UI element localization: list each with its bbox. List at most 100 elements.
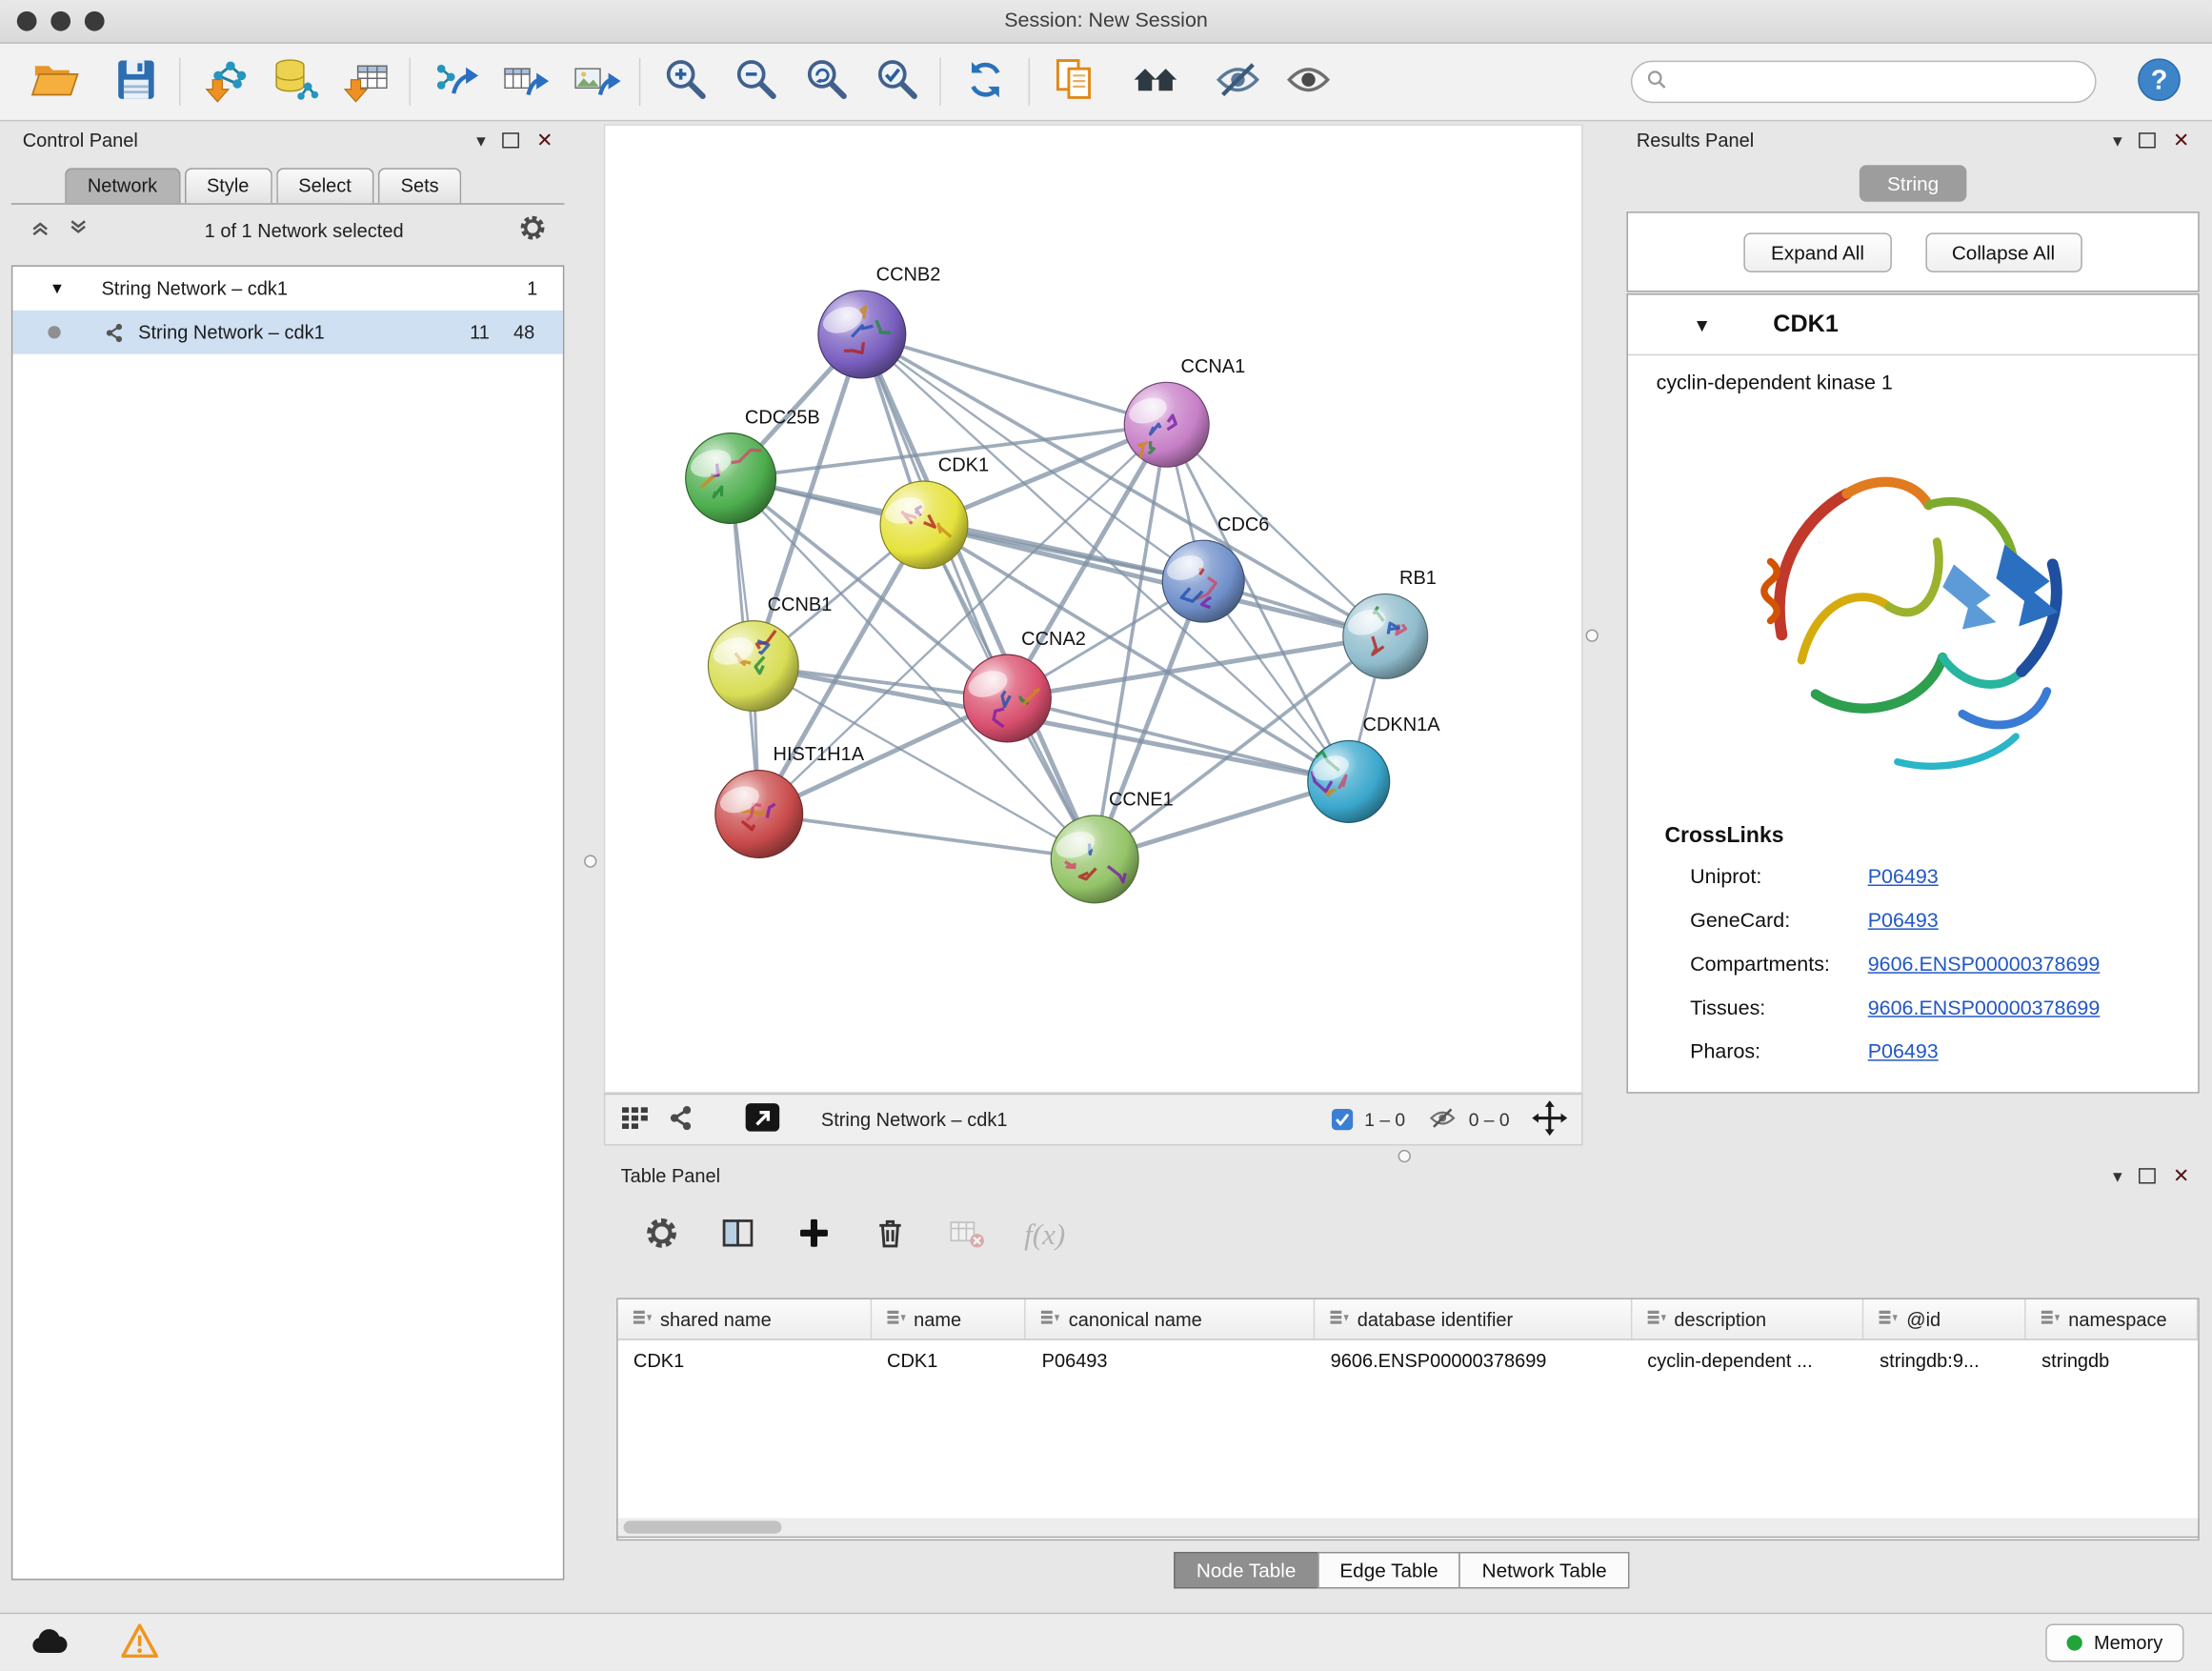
zoom-out-button[interactable]	[724, 50, 786, 112]
export-network-button[interactable]	[423, 50, 485, 112]
table-cell[interactable]: CDK1	[618, 1340, 872, 1379]
zoom-selected-button[interactable]	[865, 50, 927, 112]
table-cell[interactable]: stringdb:9...	[1864, 1340, 2026, 1379]
hidden-eye-icon[interactable]	[1428, 1105, 1458, 1134]
table-horizontal-scrollbar[interactable]	[616, 1518, 2200, 1538]
panel-float-icon[interactable]	[503, 131, 520, 147]
import-network-database-button[interactable]	[264, 50, 326, 112]
column-header[interactable]: database identifier	[1315, 1299, 1632, 1339]
zoom-fit-button[interactable]	[794, 50, 856, 112]
network-row[interactable]: String Network – cdk1 11 48	[12, 311, 563, 354]
expand-all-tree-icon[interactable]	[67, 217, 90, 243]
panel-menu-icon[interactable]: ▾	[2113, 1166, 2122, 1184]
column-header[interactable]: shared name	[618, 1299, 872, 1339]
tab-select[interactable]: Select	[276, 168, 374, 203]
network-node-cdc25b[interactable]	[686, 433, 776, 524]
collapse-all-tree-icon[interactable]	[29, 217, 52, 243]
search-input[interactable]	[1676, 70, 2081, 93]
selected-checkbox-icon[interactable]	[1332, 1109, 1353, 1130]
show-all-button[interactable]	[1277, 50, 1338, 112]
crosslink-link[interactable]: P06493	[1868, 866, 1939, 889]
home-button[interactable]	[1124, 50, 1186, 112]
refresh-button[interactable]	[954, 50, 1016, 112]
gear-icon[interactable]	[517, 213, 547, 248]
table-row[interactable]: CDK1CDK1P064939606.ENSP00000378699cyclin…	[618, 1340, 2199, 1379]
network-edge[interactable]	[759, 814, 1095, 858]
right-splitter-handle[interactable]	[1586, 629, 1599, 641]
network-graph[interactable]: CCNB2CCNA1CDC25BCDK1CDC6RB1CCNB1CCNA2CDK…	[605, 126, 1584, 1095]
node-details-header[interactable]: ▼ CDK1	[1628, 295, 2198, 356]
panel-menu-icon[interactable]: ▾	[2113, 131, 2122, 149]
column-header[interactable]: canonical name	[1026, 1299, 1315, 1339]
network-overview-icon[interactable]	[666, 1102, 695, 1137]
import-table-button[interactable]	[334, 50, 396, 112]
tab-network-table[interactable]: Network Table	[1459, 1552, 1629, 1589]
network-node-ccnb2[interactable]	[818, 291, 906, 378]
network-edge[interactable]	[924, 525, 1385, 636]
tab-string[interactable]: String	[1860, 165, 1967, 202]
column-header[interactable]: namespace	[2026, 1299, 2198, 1339]
network-collection-row[interactable]: ▼ String Network – cdk1 1	[12, 267, 563, 311]
pan-move-icon[interactable]	[1532, 1099, 1567, 1138]
network-edge[interactable]	[862, 334, 1095, 859]
panel-float-icon[interactable]	[2139, 1167, 2156, 1182]
birdseye-grid-icon[interactable]	[619, 1102, 652, 1137]
network-canvas[interactable]: CCNB2CCNA1CDC25BCDK1CDC6RB1CCNB1CCNA2CDK…	[604, 124, 1583, 1093]
open-session-button[interactable]	[23, 50, 85, 112]
network-node-ccna2[interactable]	[963, 654, 1051, 742]
crosslink-link[interactable]: P06493	[1868, 909, 1939, 932]
export-image-button[interactable]	[564, 50, 626, 112]
collapse-entry-icon[interactable]: ▼	[1693, 314, 1711, 335]
table-cell[interactable]: P06493	[1026, 1340, 1315, 1379]
table-cell[interactable]: cyclin-dependent ...	[1632, 1340, 1864, 1379]
tab-sets[interactable]: Sets	[378, 168, 461, 203]
panel-close-icon[interactable]: ✕	[2173, 1165, 2189, 1185]
save-session-button[interactable]	[105, 50, 167, 112]
open-in-window-icon[interactable]	[743, 1100, 781, 1138]
network-node-ccnb1[interactable]	[708, 621, 798, 712]
panel-close-icon[interactable]: ✕	[2173, 130, 2189, 150]
left-splitter-handle[interactable]	[584, 855, 596, 867]
crosslink-link[interactable]: P06493	[1868, 1040, 1939, 1063]
network-node-cdc6[interactable]	[1162, 540, 1244, 622]
column-header[interactable]: name	[872, 1299, 1027, 1339]
tree-collapse-icon[interactable]: ▼	[50, 280, 65, 297]
panel-float-icon[interactable]	[2139, 131, 2156, 147]
table-cell[interactable]: 9606.ENSP00000378699	[1315, 1340, 1632, 1379]
warning-icon[interactable]	[121, 1623, 158, 1661]
cloud-icon[interactable]	[29, 1624, 70, 1660]
tab-style[interactable]: Style	[184, 168, 271, 203]
delete-column-trash-icon[interactable]	[872, 1214, 909, 1255]
crosslink-link[interactable]: 9606.ENSP00000378699	[1868, 997, 2101, 1019]
show-columns-icon[interactable]	[719, 1214, 756, 1255]
duplicate-document-button[interactable]	[1042, 50, 1104, 112]
column-header[interactable]: description	[1632, 1299, 1864, 1339]
panel-close-icon[interactable]: ✕	[536, 130, 553, 150]
table-cell[interactable]: stringdb	[2026, 1340, 2198, 1379]
table-cell[interactable]: CDK1	[872, 1340, 1027, 1379]
memory-button[interactable]: Memory	[2046, 1623, 2184, 1661]
scrollbar-thumb[interactable]	[624, 1520, 782, 1533]
tab-node-table[interactable]: Node Table	[1174, 1552, 1318, 1589]
network-node-cdk1[interactable]	[880, 481, 968, 569]
network-node-ccna1[interactable]	[1124, 382, 1209, 467]
network-node-hist1h1a[interactable]	[715, 771, 803, 858]
column-header[interactable]: @id	[1864, 1299, 2026, 1339]
tab-network[interactable]: Network	[65, 168, 180, 203]
export-table-button[interactable]	[493, 50, 555, 112]
network-edge[interactable]	[862, 334, 1167, 425]
network-node-cdkn1a[interactable]	[1308, 740, 1390, 822]
import-network-file-button[interactable]	[193, 50, 255, 112]
network-node-ccne1[interactable]	[1051, 815, 1138, 903]
collapse-all-button[interactable]: Collapse All	[1925, 232, 2082, 272]
expand-all-button[interactable]: Expand All	[1744, 232, 1891, 272]
crosslink-link[interactable]: 9606.ENSP00000378699	[1868, 953, 2101, 976]
add-column-icon[interactable]	[795, 1214, 833, 1255]
zoom-in-button[interactable]	[654, 50, 715, 112]
table-settings-gear-icon[interactable]	[643, 1214, 680, 1255]
network-node-rb1[interactable]	[1343, 594, 1428, 678]
hide-selected-button[interactable]	[1206, 50, 1268, 112]
panel-menu-icon[interactable]: ▾	[476, 131, 486, 149]
tab-edge-table[interactable]: Edge Table	[1317, 1552, 1461, 1589]
help-button[interactable]: ?	[2127, 50, 2189, 112]
